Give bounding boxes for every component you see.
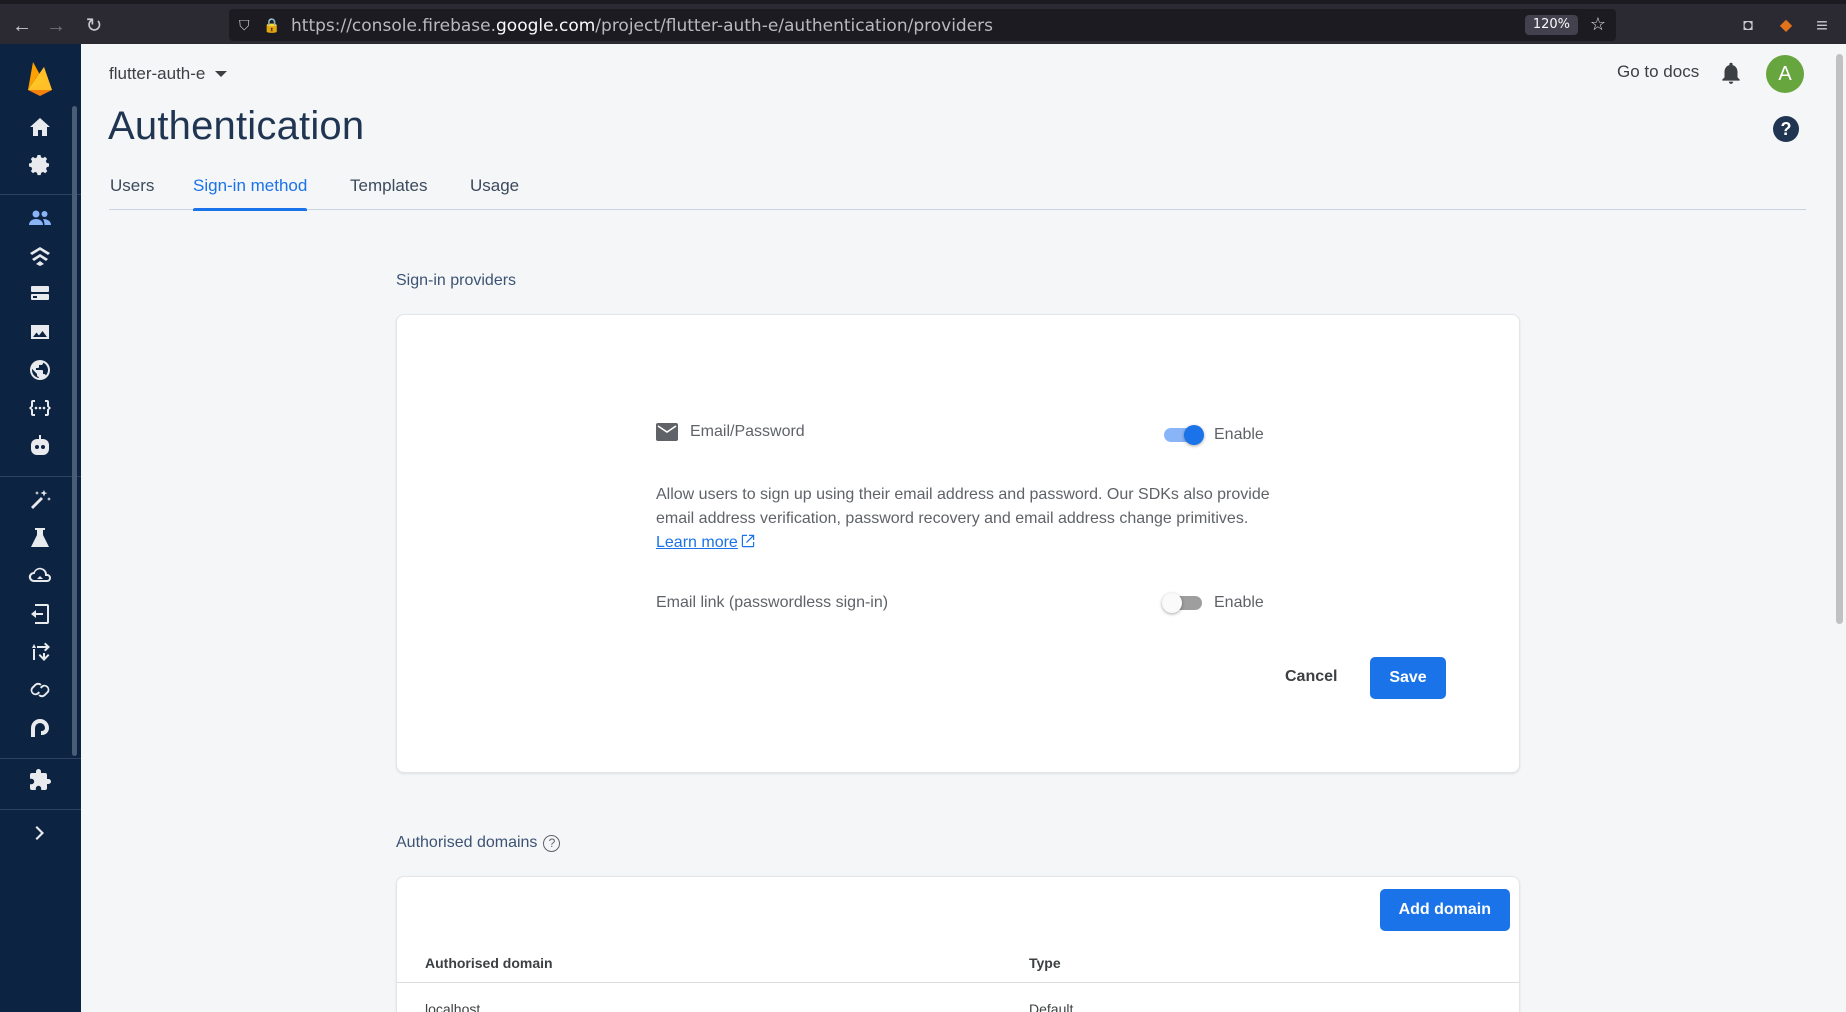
url-text: https://console.firebase.google.com/proj… xyxy=(291,16,994,36)
learn-more-link[interactable]: Learn more xyxy=(656,534,755,551)
functions-icon[interactable] xyxy=(25,393,55,423)
storage-icon[interactable] xyxy=(25,317,55,347)
tab-usage[interactable]: Usage xyxy=(470,172,519,210)
tab-users[interactable]: Users xyxy=(110,172,154,210)
provider-config-card: Email/Password Enable Allow users to sig… xyxy=(396,314,1520,773)
remote-config-icon[interactable] xyxy=(25,599,55,629)
hosting-icon[interactable] xyxy=(25,355,55,385)
test-lab-icon[interactable] xyxy=(25,523,55,553)
extension-fox-icon[interactable]: ◆ xyxy=(1774,14,1798,38)
browser-toolbar: ← → ↻ ⛉ 🔒 https://console.firebase.googl… xyxy=(0,0,1846,44)
email-password-label: Email/Password xyxy=(690,423,805,440)
lock-icon: 🔒 xyxy=(263,17,281,33)
help-icon[interactable]: ? xyxy=(1773,116,1799,142)
toggle-knob xyxy=(1184,425,1204,445)
analytics-icon[interactable] xyxy=(25,713,55,743)
tab-templates[interactable]: Templates xyxy=(350,172,427,210)
add-domain-button[interactable]: Add domain xyxy=(1379,889,1510,931)
tab-sign-in-method[interactable]: Sign-in method xyxy=(193,172,308,211)
go-to-docs-link[interactable]: Go to docs xyxy=(1617,62,1699,82)
sidebar-divider xyxy=(0,758,81,759)
sidebar-scrollbar[interactable] xyxy=(72,106,77,756)
page-scrollbar[interactable] xyxy=(1832,44,1846,1012)
auth-tabs: Users Sign-in method Templates Usage xyxy=(109,172,1806,211)
authentication-icon[interactable] xyxy=(25,203,55,233)
column-header-type: Type xyxy=(1029,955,1061,971)
authorised-domains-title: Authorised domains xyxy=(396,834,538,851)
chevron-down-icon xyxy=(215,71,228,77)
table-cell-type: Default xyxy=(1029,1001,1074,1012)
email-password-provider: Email/Password xyxy=(656,423,805,441)
forward-arrow-icon[interactable]: → xyxy=(44,14,68,38)
zoom-level[interactable]: 120% xyxy=(1524,15,1578,35)
authorised-domains-heading: Authorised domains? xyxy=(396,834,561,852)
help-circle-icon[interactable]: ? xyxy=(543,835,561,852)
firestore-icon[interactable] xyxy=(25,279,55,309)
sign-in-providers-heading: Sign-in providers xyxy=(396,272,517,289)
sidebar-divider xyxy=(0,476,81,477)
email-password-enable-label: Enable xyxy=(1214,426,1264,443)
firebase-logo[interactable] xyxy=(24,58,56,98)
home-icon[interactable] xyxy=(25,112,55,142)
cancel-button[interactable]: Cancel xyxy=(1273,657,1349,697)
shield-icon: ⛉ xyxy=(239,17,250,33)
notifications-bell-icon[interactable] xyxy=(1718,60,1744,86)
menu-icon[interactable]: ≡ xyxy=(1810,14,1834,38)
email-link-enable-toggle[interactable] xyxy=(1162,593,1204,613)
address-bar[interactable]: ⛉ 🔒 https://console.firebase.google.com/… xyxy=(229,9,1616,41)
save-button[interactable]: Save xyxy=(1370,657,1446,699)
email-password-enable-toggle[interactable] xyxy=(1162,425,1204,445)
bookmark-star-icon[interactable]: ☆ xyxy=(1590,14,1606,35)
back-arrow-icon[interactable]: ← xyxy=(10,14,34,38)
sidebar-divider xyxy=(0,194,81,195)
realtime-database-icon[interactable] xyxy=(25,241,55,271)
description-text: Allow users to sign up using their email… xyxy=(656,486,1270,527)
email-link-enable-label: Enable xyxy=(1214,594,1264,611)
account-avatar[interactable]: A xyxy=(1766,55,1804,93)
page-title: Authentication xyxy=(108,104,365,148)
email-link-label: Email link (passwordless sign-in) xyxy=(656,594,889,611)
expand-icon[interactable] xyxy=(25,818,55,848)
table-cell-domain: localhost xyxy=(425,1001,481,1012)
email-password-description: Allow users to sign up using their email… xyxy=(656,483,1276,555)
extensions-icon[interactable] xyxy=(25,765,55,795)
dynamic-links-icon[interactable] xyxy=(25,675,55,705)
ab-testing-icon[interactable] xyxy=(25,637,55,667)
email-link-provider: Email link (passwordless sign-in) xyxy=(656,594,888,612)
machine-learning-icon[interactable] xyxy=(25,431,55,461)
open-in-new-icon xyxy=(741,534,755,548)
pocket-icon[interactable]: ◘ xyxy=(1736,14,1760,38)
toggle-knob xyxy=(1162,593,1182,613)
authorised-domains-card: Add domain Authorised domain Type localh… xyxy=(396,876,1520,1012)
project-name: flutter-auth-e xyxy=(109,64,206,83)
column-header-domain: Authorised domain xyxy=(425,955,553,971)
crashlytics-icon[interactable] xyxy=(25,485,55,515)
settings-icon[interactable] xyxy=(25,150,55,180)
page-scrollbar-thumb[interactable] xyxy=(1836,54,1843,624)
learn-more-label: Learn more xyxy=(656,534,738,551)
reload-icon[interactable]: ↻ xyxy=(82,14,106,38)
mail-icon xyxy=(656,423,678,441)
table-divider xyxy=(397,982,1519,983)
project-selector[interactable]: flutter-auth-e xyxy=(109,64,228,84)
firebase-sidebar xyxy=(0,44,81,1012)
sidebar-divider xyxy=(0,809,81,810)
app-distribution-icon[interactable] xyxy=(25,561,55,591)
